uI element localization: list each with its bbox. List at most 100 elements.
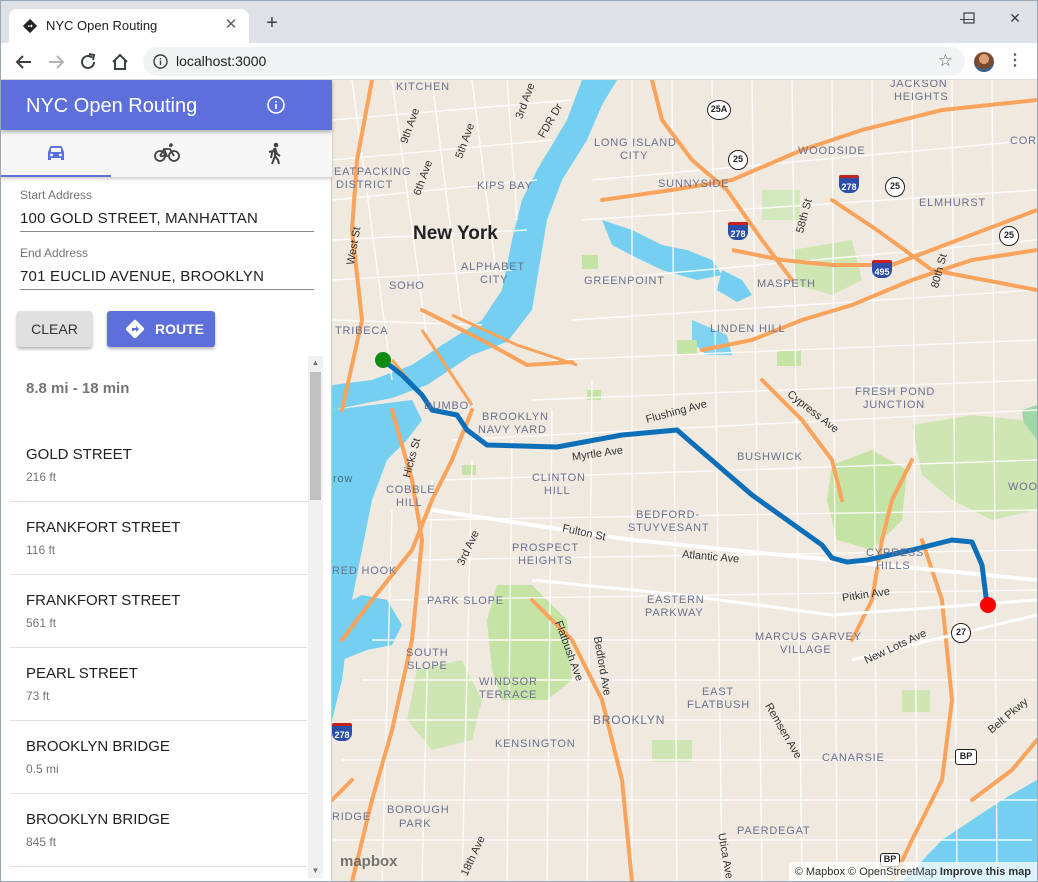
step-street: BROOKLYN BRIDGE bbox=[26, 738, 170, 755]
scrollbar-thumb[interactable] bbox=[310, 372, 321, 500]
route-shield: 25A bbox=[707, 100, 731, 120]
directions-favicon-icon bbox=[23, 19, 37, 33]
maximize-icon bbox=[963, 12, 975, 24]
map-label: TERRACE bbox=[479, 689, 538, 701]
green-wood-cemetery bbox=[407, 660, 482, 750]
park-patch bbox=[582, 255, 598, 269]
interstate-shield: 278 bbox=[728, 222, 748, 240]
map-label: WOOD bbox=[1008, 481, 1037, 493]
back-arrow-icon[interactable] bbox=[13, 51, 35, 73]
map-label: CLINTON bbox=[532, 472, 586, 484]
browser-tab[interactable]: NYC Open Routing ✕ bbox=[9, 9, 249, 43]
step-street: FRANKFORT STREET bbox=[26, 519, 181, 536]
parkway-shield: BP bbox=[955, 749, 977, 765]
map-label: CANARSIE bbox=[822, 752, 885, 764]
forward-arrow-icon[interactable] bbox=[45, 51, 67, 73]
step-distance: 216 ft bbox=[26, 470, 57, 484]
mapbox-logo[interactable]: mapbox bbox=[340, 853, 398, 870]
end-address-input[interactable] bbox=[20, 264, 314, 290]
map-label: CYPRESS bbox=[866, 547, 925, 559]
route-button[interactable]: ROUTE bbox=[107, 311, 215, 347]
start-address-input[interactable] bbox=[20, 206, 314, 232]
map-label: WINDSOR bbox=[479, 676, 538, 688]
map-label: HEIGHTS bbox=[894, 91, 949, 103]
browser-window: NYC Open Routing ✕ + — ✕ localhost:3000 … bbox=[0, 0, 1038, 882]
list-scrollbar[interactable]: ▲ ▼ bbox=[308, 356, 323, 878]
directions-list: 8.8 mi - 18 min GOLD STREET 216 ft FRANKF… bbox=[1, 356, 323, 878]
map-label: FLATBUSH bbox=[687, 699, 751, 711]
tab-close-icon[interactable]: ✕ bbox=[223, 17, 239, 33]
profile-avatar[interactable] bbox=[974, 52, 994, 72]
address-bar[interactable]: localhost:3000 ☆ bbox=[143, 47, 965, 76]
tab-cycling[interactable] bbox=[111, 130, 221, 177]
improve-map-link[interactable]: Improve this map bbox=[940, 866, 1031, 878]
app-title: NYC Open Routing bbox=[26, 95, 198, 117]
start-address-label: Start Address bbox=[20, 188, 93, 202]
travel-mode-tabs bbox=[1, 130, 332, 177]
map-label-borough: BROOKLYN bbox=[593, 713, 666, 727]
map-view[interactable]: KITCHEN JACKSON HEIGHTS LONG ISLAND CITY… bbox=[332, 80, 1037, 881]
scroll-up-arrow-icon[interactable]: ▲ bbox=[308, 356, 323, 370]
reload-icon[interactable] bbox=[77, 51, 99, 73]
step-street: BROOKLYN BRIDGE bbox=[26, 811, 170, 828]
directions-icon bbox=[125, 319, 145, 339]
park-patch bbox=[652, 740, 692, 762]
list-item[interactable]: GOLD STREET 216 ft bbox=[10, 429, 307, 502]
site-info-icon[interactable] bbox=[153, 54, 168, 69]
list-item[interactable]: BROOKLYN BRIDGE 845 ft bbox=[10, 794, 307, 867]
end-address-label: End Address bbox=[20, 246, 89, 260]
step-distance: 0.5 mi bbox=[26, 762, 59, 776]
home-icon[interactable] bbox=[109, 51, 131, 73]
end-marker bbox=[980, 597, 996, 613]
bookmark-star-icon[interactable]: ☆ bbox=[938, 51, 953, 71]
attribution-text[interactable]: © Mapbox © OpenStreetMap bbox=[795, 866, 937, 878]
map-label: GREENPOINT bbox=[584, 275, 665, 287]
park-patch bbox=[587, 390, 601, 400]
app-bar: NYC Open Routing bbox=[1, 80, 332, 130]
map-label: DISTRICT bbox=[336, 179, 394, 191]
browser-menu-icon[interactable]: ⋮ bbox=[1007, 51, 1023, 71]
map-label: LONG ISLAND bbox=[594, 137, 677, 149]
scroll-down-arrow-icon[interactable]: ▼ bbox=[308, 864, 323, 878]
map-label: PARKWAY bbox=[645, 607, 704, 619]
map-label: SOUTH bbox=[406, 647, 449, 659]
maximize-button[interactable] bbox=[954, 9, 984, 31]
tab-walking[interactable] bbox=[221, 130, 331, 177]
step-street: PEARL STREET bbox=[26, 665, 138, 682]
eastern-parkway bbox=[531, 578, 1037, 617]
map-label: ELMHURST bbox=[919, 197, 986, 209]
park-patch bbox=[777, 350, 801, 366]
route-shield: 25 bbox=[999, 226, 1019, 246]
map-label: PARK bbox=[399, 818, 432, 830]
map-label: EATPACKING bbox=[334, 166, 412, 178]
list-item[interactable]: FRANKFORT STREET 116 ft bbox=[10, 502, 307, 575]
map-label: EAST bbox=[702, 686, 734, 698]
map-label: SUNNYSIDE bbox=[658, 178, 730, 190]
routing-sidebar: NYC Open Routing Start Address End Addre… bbox=[1, 80, 332, 881]
tab-strip: NYC Open Routing ✕ + — ✕ bbox=[1, 1, 1037, 43]
map-label: PAERDEGAT bbox=[737, 825, 811, 837]
tab-driving[interactable] bbox=[1, 130, 111, 177]
clear-button[interactable]: CLEAR bbox=[17, 311, 92, 347]
list-item[interactable]: FRANKFORT STREET 561 ft bbox=[10, 575, 307, 648]
list-item[interactable]: BROOKLYN BRIDGE 0.5 mi bbox=[10, 721, 307, 794]
route-summary: 8.8 mi - 18 min bbox=[26, 380, 130, 397]
list-item[interactable]: PEARL STREET 73 ft bbox=[10, 648, 307, 721]
about-info-icon[interactable] bbox=[267, 96, 285, 114]
interstate-shield: 278 bbox=[332, 723, 352, 741]
map-label: BOROUGH bbox=[387, 804, 450, 816]
active-tab-indicator bbox=[1, 175, 111, 177]
map-label: EASTERN bbox=[647, 594, 705, 606]
map-label: CITY bbox=[480, 274, 509, 286]
window-close-button[interactable]: ✕ bbox=[1001, 7, 1029, 29]
newtown-creek-water bbox=[602, 220, 722, 280]
map-label: NAVY YARD bbox=[478, 424, 547, 436]
map-label: SLOPE bbox=[407, 660, 448, 672]
route-shield: 25 bbox=[885, 177, 905, 197]
map-label: BROOKLYN bbox=[482, 411, 549, 423]
new-tab-button[interactable]: + bbox=[261, 13, 283, 33]
map-label: PROSPECT bbox=[512, 542, 579, 554]
map-label: ALPHABET bbox=[461, 261, 525, 273]
step-street: GOLD STREET bbox=[26, 446, 132, 463]
map-label: BUSHWICK bbox=[737, 451, 803, 463]
